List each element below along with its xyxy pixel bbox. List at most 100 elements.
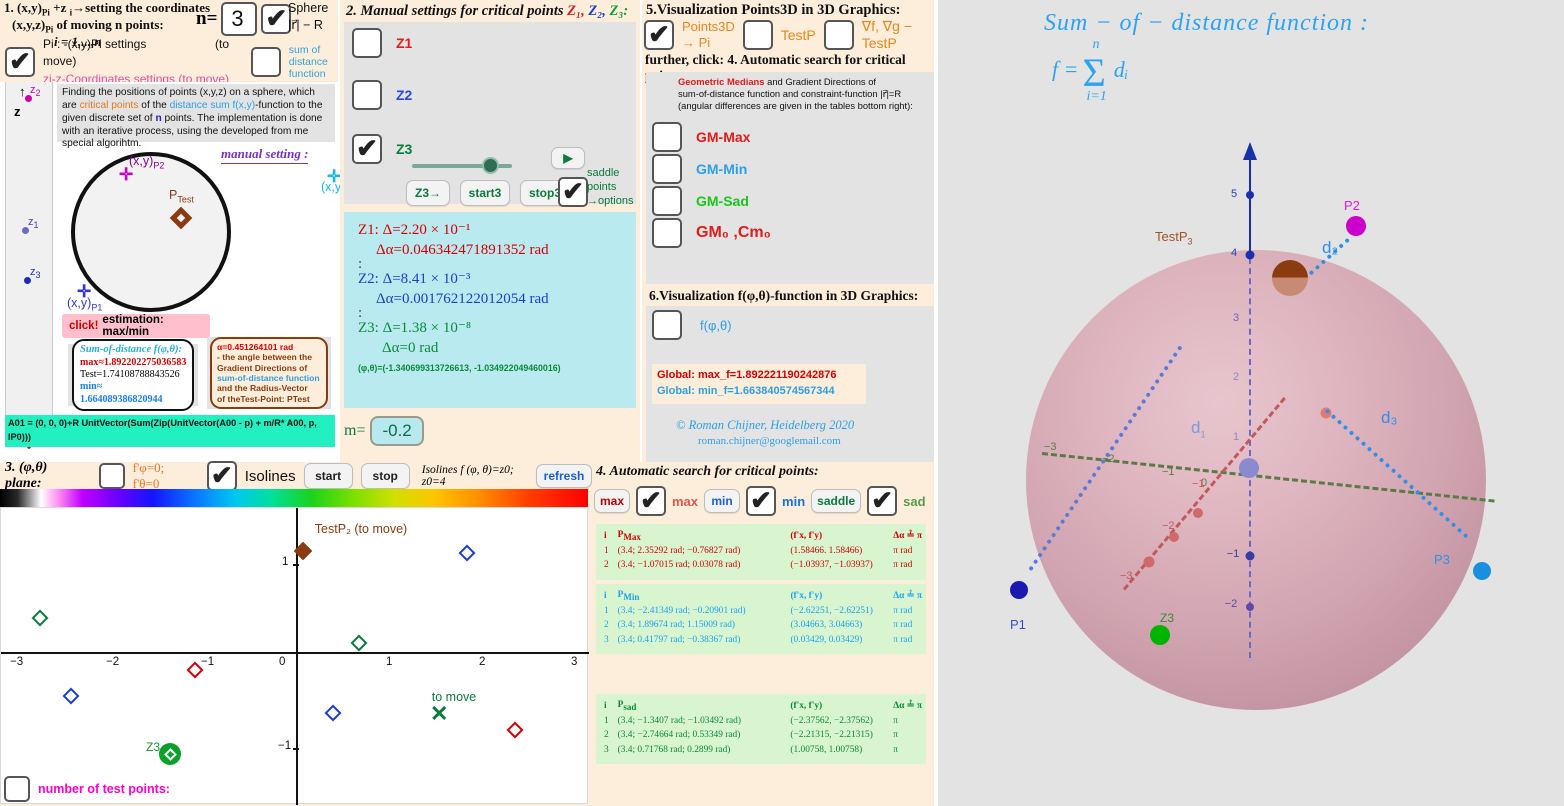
gm-min-checkbox[interactable] [652, 154, 682, 184]
refresh-button[interactable]: refresh [536, 464, 593, 488]
z-tick--2: −2 [1224, 598, 1238, 610]
section3-title: 3. (φ,θ) plane: [5, 460, 48, 491]
start-button[interactable]: start [303, 463, 353, 489]
point-blue-3[interactable] [324, 704, 342, 722]
sad-r1-f: (−2.37562, −2.37562) [790, 716, 873, 727]
point-green-1[interactable] [31, 609, 49, 627]
z2-checkbox[interactable] [352, 80, 382, 110]
section2-header-z3: Z₃: [609, 3, 629, 19]
z3-checkbox[interactable] [352, 134, 382, 164]
min-checkbox[interactable] [746, 486, 777, 516]
gm-max-checkbox[interactable] [652, 122, 682, 152]
table-header-row: i PMax (f'x, f'y) Δα ≟ π [602, 528, 924, 544]
phi-theta-plot[interactable]: −3 −2 −1 0 1 2 3 1 −1 TestP₂ (to move) t… [0, 507, 589, 805]
z3-slider-knob[interactable] [482, 157, 499, 174]
point-blue-2[interactable] [62, 687, 80, 705]
z3-point-3d[interactable] [1150, 625, 1170, 645]
global-extrema-box: Global: max_f=1.892221190242876 Global: … [652, 364, 866, 404]
gm-cm-checkbox[interactable] [652, 218, 682, 248]
alpha-l5: and the Radius-Vector [217, 383, 308, 394]
global-max: Global: max_f=1.892221190242876 [657, 369, 837, 381]
p2-label-3d: P2 [1344, 198, 1360, 213]
z1-checkbox[interactable] [352, 28, 382, 58]
3d-graphics-view[interactable]: Sum − of − distance function : f = n Σ i… [934, 0, 1564, 806]
z-tick-2: 2 [1232, 371, 1240, 383]
tomove-cross-marker[interactable]: ✕ [430, 703, 448, 725]
z-tick--1: −1 [1226, 548, 1240, 560]
app-root: 1. (x,y)Pi +z i→setting the coordinates … [0, 0, 1564, 806]
p2-point-3d[interactable] [1346, 216, 1366, 236]
min-r3-f: (0.03429, 0.03429) [790, 634, 863, 645]
point-blue-1[interactable] [458, 544, 476, 562]
p3-point-3d[interactable] [1473, 562, 1491, 580]
section-6-visualization: f(φ,θ) Global: max_f=1.892221190242876 G… [646, 306, 934, 462]
credit-email: roman.chijner@googlemail.com [698, 435, 841, 448]
min-r2-p: (3.4; 1.89674 rad; 1.15009 rad) [617, 620, 736, 631]
z2-point-label: z2 [30, 84, 41, 99]
min-r3-da: π rad [893, 634, 913, 645]
xtick--3: −3 [10, 656, 24, 668]
gm-desc-line1: Geometric Medians and Gradient Direction… [678, 76, 877, 87]
start3-button[interactable]: start3 [460, 180, 510, 206]
max-checkbox[interactable] [636, 486, 666, 516]
min-button[interactable]: min [704, 489, 741, 513]
sad-checkbox[interactable] [867, 486, 898, 516]
p1-point-3d[interactable] [1010, 581, 1028, 599]
z-tick-1: 1 [1232, 431, 1240, 443]
saddle-button[interactable]: saddle [811, 489, 862, 513]
section1-body: ↑ z z2 z1 z3 ⌄ Finding the positions of … [0, 82, 356, 462]
max-r1-p: (3.4; 2.35292 rad; −0.76827 rad) [617, 546, 741, 557]
sad-r3-f: (1.00758, 1.00758) [790, 744, 863, 755]
sum-upper-limit: n [1092, 37, 1100, 52]
gm-desc-line3: (angular differences are given in the ta… [678, 100, 913, 112]
pi-settings-checkbox[interactable] [5, 47, 35, 77]
m-input[interactable]: -0.2 [370, 416, 424, 446]
isolines-checkbox[interactable] [206, 461, 237, 491]
sad-r2-f: (−2.21315, −2.21315) [790, 730, 873, 741]
n-input[interactable]: 3 [221, 2, 258, 36]
xtick-3: 3 [571, 656, 578, 668]
max-r2-i: 2 [604, 560, 609, 571]
fzero-checkbox[interactable] [98, 463, 125, 489]
sad-table: i Psad (f'x, f'y) Δα ≟ π 1 (3.4; −1.3407… [596, 694, 926, 764]
gm-cm-row: GM₀ ,Cm₀ [652, 218, 771, 248]
z3-arrow-button[interactable]: Z3→ [406, 180, 450, 206]
point-red-2[interactable] [506, 721, 524, 739]
credit-author: © Roman Chijner, Heidelberg 2020 [676, 418, 855, 432]
testp-checkbox[interactable] [742, 19, 773, 50]
max-button[interactable]: max [594, 489, 630, 513]
click-estimation-bar[interactable]: click! estimation: max/min [62, 314, 210, 338]
f-function-checkbox[interactable] [652, 310, 682, 340]
number-test-points-checkbox[interactable] [4, 776, 30, 802]
section-5-visualization: 5.Visualization Points3D in 3D Graphics:… [642, 0, 934, 462]
xy-plane-diagram[interactable]: manual setting : ✛ (x,y)P2 ✛ (x,y)P3 ✛ (… [57, 144, 356, 313]
d3-label: d₃ [1381, 408, 1398, 427]
points3d-row: Points3D → Pi TestP ∇f, ∇g − TestP [644, 18, 934, 51]
p3-label-3d: P3 [1434, 552, 1450, 567]
sum-distance-checkbox[interactable] [250, 47, 281, 77]
max-th-f: (f'x, f'y) [790, 531, 823, 542]
stop-button[interactable]: stop [360, 463, 410, 489]
max-th-da: Δα ≟ π [893, 531, 922, 542]
saddle-options-checkbox[interactable] [558, 177, 588, 207]
z3-plot-marker[interactable] [159, 743, 181, 765]
ytick--1: −1 [278, 740, 292, 752]
gm-description: Geometric Medians and Gradient Direction… [646, 72, 934, 115]
gradient-checkbox[interactable] [823, 19, 854, 50]
xtick--1: −1 [201, 656, 215, 668]
play-button[interactable]: ▶ [551, 147, 585, 169]
points3d-checkbox[interactable] [644, 19, 674, 50]
sad-r3-da: π [893, 744, 898, 755]
min-r2-i: 2 [604, 620, 609, 631]
sad-r2-p: (3.4; −2.74664 rad; 0.53349 rad) [617, 730, 741, 741]
sphere-checkbox[interactable] [261, 4, 292, 34]
testp3-point[interactable] [1272, 260, 1308, 296]
point-green-2[interactable] [350, 634, 368, 652]
x-tick-label--1: −1 [1192, 478, 1205, 490]
gm-sad-checkbox[interactable] [652, 186, 682, 216]
xtick--2: −2 [106, 656, 120, 668]
saddle-l3: →options [587, 194, 634, 207]
section-2-manual-settings: 2. Manual settings for critical points Z… [340, 0, 640, 462]
y-tick-label--1: −1 [1162, 466, 1175, 478]
z-slider-strip[interactable]: ↑ z z2 z1 z3 [5, 82, 53, 434]
